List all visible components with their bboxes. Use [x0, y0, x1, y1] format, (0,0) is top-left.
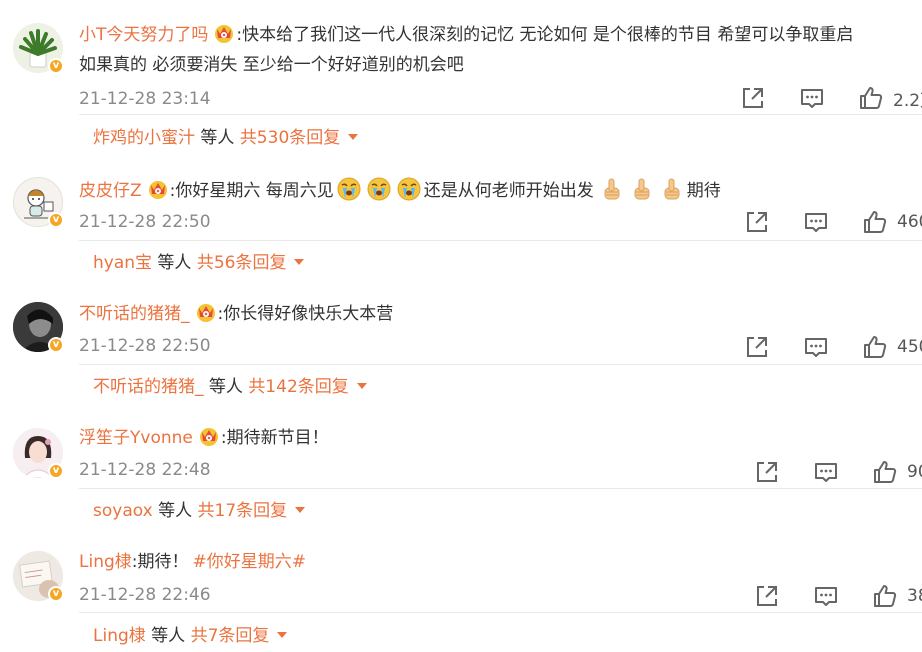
comment-body-continued: 如果真的 必须要消失 至少给一个好好道别的机会吧 — [79, 55, 464, 75]
like-count: 2.2万 — [893, 90, 922, 111]
comment-body: :快本给了我们这一代人很深刻的记忆 无论如何 是个很棒的节目 希望可以争取重启 — [236, 25, 854, 45]
comment-actions: 4600 — [744, 208, 922, 236]
crying-emoji-icon — [397, 177, 421, 201]
share-icon[interactable] — [744, 209, 770, 235]
comment-actions: 389 — [754, 582, 922, 610]
reply-connector: 等人 — [152, 253, 197, 273]
share-icon[interactable] — [754, 459, 780, 485]
vip-crown-badge-icon — [213, 23, 235, 43]
like-count: 4508 — [897, 337, 922, 357]
verified-v-badge-icon: v — [48, 58, 64, 74]
comment-text: 不听话的猪猪_ :你长得好像快乐大本营 — [79, 301, 393, 327]
reply-summary[interactable]: 炸鸡的小蜜汁 等人 共530条回复 — [79, 114, 922, 161]
verified-v-badge-icon: v — [48, 463, 64, 479]
reply-summary[interactable]: hyan宝 等人 共56条回复 — [79, 240, 922, 285]
verified-v-badge-icon: v — [48, 586, 64, 602]
thumbs-up-emoji-icon — [600, 177, 624, 201]
comment-text: 浮笙子Yvonne :期待新节目！ — [79, 425, 329, 451]
comment-icon[interactable] — [803, 209, 829, 235]
avatar[interactable]: v — [13, 23, 64, 74]
comment-item: v Ling棣:期待！#你好星期六# 21-12-28 22:46 389 Li… — [0, 532, 922, 651]
share-icon[interactable] — [744, 334, 770, 360]
comment-text: 小T今天努力了吗 :快本给了我们这一代人很深刻的记忆 无论如何 是个很棒的节目 希… — [79, 22, 853, 48]
thumbs-up-emoji-icon — [660, 177, 684, 201]
like-count: 389 — [907, 586, 922, 606]
comment-username[interactable]: 浮笙子Yvonne — [79, 428, 193, 448]
share-icon[interactable] — [740, 85, 766, 111]
share-icon[interactable] — [754, 583, 780, 609]
topic-hashtag-link[interactable]: #你好星期六# — [193, 552, 307, 572]
thumbs-up-emoji-icon — [630, 177, 654, 201]
reply-count-link[interactable]: 共17条回复 — [198, 501, 288, 521]
comment-body: :期待新节目！ — [220, 428, 329, 448]
reply-summary[interactable]: soyaox 等人 共17条回复 — [79, 488, 922, 533]
reply-user[interactable]: 炸鸡的小蜜汁 — [93, 128, 195, 148]
comment-actions: 903 — [754, 458, 922, 486]
comment-item: v 小T今天努力了吗 :快本给了我们这一代人很深刻的记忆 无论如何 是个很棒的节目… — [0, 0, 922, 160]
reply-user[interactable]: Ling棣 — [93, 626, 146, 646]
reply-user[interactable]: hyan宝 — [93, 253, 152, 273]
caret-down-icon[interactable] — [356, 383, 367, 389]
reply-count-link[interactable]: 共7条回复 — [191, 626, 270, 646]
comment-body: 还是从何老师开始出发 — [423, 181, 594, 201]
like-count: 4600 — [897, 212, 922, 232]
reply-count-link[interactable]: 共142条回复 — [248, 377, 348, 397]
reply-summary[interactable]: 不听话的猪猪_ 等人 共142条回复 — [79, 364, 922, 409]
comment-actions: 2.2万 — [740, 84, 922, 112]
reply-user[interactable]: 不听话的猪猪_ — [93, 377, 204, 397]
reply-connector: 等人 — [152, 501, 198, 521]
vip-crown-badge-icon — [198, 426, 220, 446]
comment-text: 皮皮仔Z :你好星期六 每周六见 还是从何老师开始出发 期待 — [79, 177, 721, 204]
caret-down-icon[interactable] — [294, 259, 305, 265]
comment-timestamp: 21-12-28 23:14 — [79, 89, 211, 109]
verified-v-badge-icon: v — [48, 212, 64, 228]
comment-icon[interactable] — [813, 583, 839, 609]
comment-icon[interactable] — [803, 334, 829, 360]
comment-text: Ling棣:期待！ #你好星期六# — [79, 549, 306, 575]
comment-body: 期待 — [686, 181, 721, 201]
comment-item: v 皮皮仔Z :你好星期六 每周六见 还是从何老师开始出发 期待 21-12-28 2… — [0, 160, 922, 284]
reply-user[interactable]: soyaox — [93, 501, 153, 521]
avatar[interactable]: v — [13, 551, 64, 602]
comment-timestamp: 21-12-28 22:48 — [79, 460, 211, 480]
comment-icon[interactable] — [799, 85, 825, 111]
like-count: 903 — [907, 462, 922, 482]
caret-down-icon[interactable] — [348, 134, 359, 140]
thumbs-up-icon[interactable] — [872, 583, 898, 609]
verified-v-badge-icon: v — [48, 337, 64, 353]
reply-connector: 等人 — [203, 377, 249, 397]
crying-emoji-icon — [367, 177, 391, 201]
reply-connector: 等人 — [195, 128, 240, 148]
caret-down-icon[interactable] — [277, 632, 288, 638]
avatar[interactable]: v — [13, 302, 64, 353]
comment-username[interactable]: 不听话的猪猪_ — [79, 304, 190, 324]
reply-count-link[interactable]: 共56条回复 — [197, 253, 287, 273]
reply-count-link[interactable]: 共530条回复 — [240, 128, 340, 148]
reply-summary[interactable]: Ling棣 等人 共7条回复 — [79, 612, 922, 652]
comment-username[interactable]: 小T今天努力了吗 — [79, 25, 208, 45]
comment-actions: 4508 — [744, 333, 922, 361]
caret-down-icon[interactable] — [295, 507, 306, 513]
comment-timestamp: 21-12-28 22:50 — [79, 336, 211, 356]
comment-item: v 浮笙子Yvonne :期待新节目！ 21-12-28 22:48 903 so… — [0, 408, 922, 532]
thumbs-up-icon[interactable] — [862, 209, 888, 235]
thumbs-up-icon[interactable] — [862, 334, 888, 360]
comment-icon[interactable] — [813, 459, 839, 485]
reply-connector: 等人 — [145, 626, 191, 646]
vip-crown-badge-icon — [195, 302, 217, 322]
thumbs-up-icon[interactable] — [872, 459, 898, 485]
avatar[interactable]: v — [13, 428, 64, 479]
comment-item: v 不听话的猪猪_ :你长得好像快乐大本营 21-12-28 22:50 4508… — [0, 284, 922, 408]
comment-timestamp: 21-12-28 22:46 — [79, 585, 211, 605]
comment-body: :你长得好像快乐大本营 — [217, 304, 394, 324]
vip-crown-badge-icon — [147, 179, 169, 199]
comment-username[interactable]: 皮皮仔Z — [79, 181, 142, 201]
thumbs-up-icon[interactable] — [858, 85, 884, 111]
crying-emoji-icon — [337, 177, 361, 201]
comment-username[interactable]: Ling棣 — [79, 552, 132, 572]
comment-body: :期待！ — [131, 552, 189, 572]
comment-body: :你好星期六 每周六见 — [169, 181, 334, 201]
avatar[interactable]: v — [13, 177, 64, 228]
comment-timestamp: 21-12-28 22:50 — [79, 212, 211, 232]
